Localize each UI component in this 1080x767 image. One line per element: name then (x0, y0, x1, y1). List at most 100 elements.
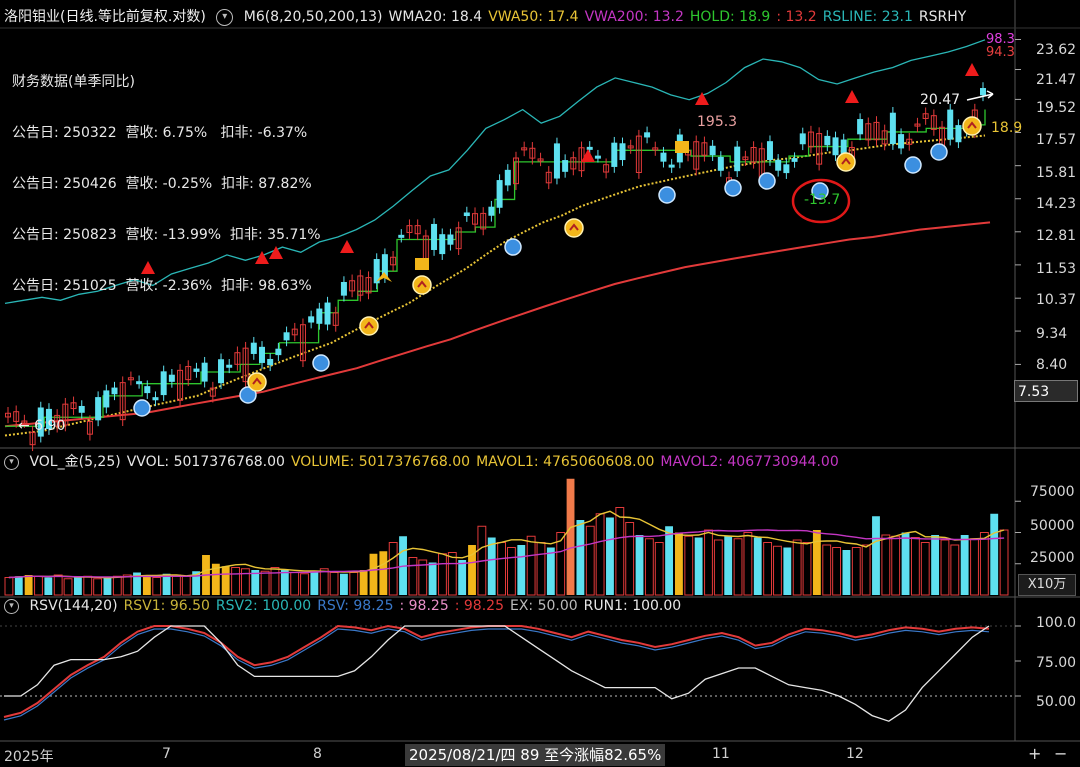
volume-bar (14, 576, 23, 595)
volume-bar (694, 537, 703, 595)
volume-bar (63, 578, 73, 596)
volume-bar (270, 567, 280, 596)
volume-bar (142, 576, 151, 595)
volume-bar (221, 566, 230, 595)
rsv-legend-item: EX: 50.00 (509, 598, 578, 614)
candle-body (447, 234, 454, 245)
volume-bar (428, 562, 437, 595)
date-tick: 11 (712, 746, 730, 762)
chevron-down-circle-icon[interactable]: ▾ (4, 454, 19, 470)
volume-legend-item: VOL_金(5,25) (29, 454, 121, 470)
volume-bar (240, 568, 250, 596)
candle-body (799, 133, 806, 145)
volume-bar (526, 535, 536, 596)
volume-bar (379, 551, 388, 595)
sell-signal-triangle (965, 63, 979, 76)
financial-data-block: 财务数据(单季同比) 公告日: 250322 营收: 6.75% 扣非: -6.… (12, 40, 321, 312)
indicator-legend-item: WMA20: 18.4 (388, 9, 483, 25)
indicator-legend-item: M6(8,20,50,200,13) (243, 9, 383, 25)
volume-bar (4, 577, 14, 596)
volume-bar (83, 575, 93, 596)
rsv-tick: 75.00 (1036, 655, 1077, 671)
candle-body (160, 371, 167, 396)
volume-bar (851, 547, 861, 596)
buy-signal-ball-icon (904, 156, 922, 174)
buy-signal-ball-icon (133, 399, 151, 417)
financial-row: 公告日: 250322 营收: 6.75% 扣非: -6.37% (12, 125, 308, 141)
candle-body (308, 316, 315, 323)
rsv-line-run1 (4, 625, 990, 722)
volume-bar (960, 535, 969, 595)
volume-bar (181, 575, 191, 596)
buy-signal-ball-icon (724, 179, 742, 197)
up-arrow-badge-icon (247, 372, 267, 392)
candle-body (611, 142, 618, 167)
candle-body (644, 132, 651, 138)
volume-bar (861, 544, 871, 596)
volume-bar (872, 516, 880, 595)
sell-signal-triangle (581, 149, 595, 162)
volume-bar (458, 560, 467, 595)
indicator-legend-item: RSLINE: 23.1 (822, 9, 913, 25)
volume-bar (566, 478, 575, 595)
candle-body (152, 397, 159, 401)
chart-window: { "header": { "title": "洛阳钼业(日线.等比前复权.对数… (0, 0, 1080, 767)
volume-bar (881, 534, 891, 596)
candle-body (488, 206, 495, 216)
candle-body (111, 387, 118, 395)
up-arrow-badge-icon (962, 116, 982, 136)
volume-bar (290, 572, 300, 596)
volume-bar (891, 535, 901, 596)
volume-bar (73, 577, 82, 595)
volume-bar (24, 575, 33, 595)
stock-title[interactable]: 洛阳钼业(日线.等比前复权.对数) (4, 9, 206, 25)
candle-body (734, 146, 741, 172)
buy-signal-ball-icon (658, 186, 676, 204)
rsv-legend-item: RSV2: 100.00 (215, 598, 312, 614)
volume-unit: X10万 (1018, 574, 1076, 596)
zoom-in-button[interactable]: + (1028, 744, 1041, 763)
rsv-legend-item: : 98.25 (454, 598, 504, 614)
candle-body (267, 358, 274, 366)
indicator-legend-item: VWA50: 17.4 (488, 9, 579, 25)
candle-body (95, 397, 102, 421)
price-tick: 12.81 (1036, 228, 1077, 244)
volume-bar (408, 557, 418, 596)
volume-bar (635, 535, 644, 595)
volume-bar (595, 513, 605, 596)
date-tick: 7 (162, 746, 171, 762)
volume-bar (704, 529, 713, 596)
volume-bar (438, 553, 447, 596)
volume-bar (931, 535, 940, 595)
volume-bar (675, 532, 683, 595)
price-tick: 21.47 (1036, 72, 1077, 88)
up-arrow-badge-icon (564, 218, 584, 238)
volume-bar (753, 537, 762, 595)
volume-bar (369, 553, 378, 595)
rsv-legend-item: RSV(144,20) (29, 598, 118, 614)
volume-bar (546, 547, 555, 595)
low-price-label: ← 6.90 (18, 418, 66, 434)
candle-body (553, 143, 560, 179)
candle-body (103, 390, 110, 408)
chevron-down-circle-icon[interactable]: ▾ (4, 598, 19, 614)
volume-bar (979, 532, 989, 596)
rsv-tick: 50.00 (1036, 694, 1077, 710)
rsv-legend-item: RSV: 98.25 (317, 598, 394, 614)
indicator-legend-item: HOLD: 18.9 (689, 9, 771, 25)
candle-body (955, 125, 962, 143)
volume-bar (231, 567, 240, 596)
volume-legend-item: VVOL: 5017376768.00 (126, 454, 285, 470)
candle-body (168, 374, 175, 382)
buy-signal-ball-icon (930, 143, 948, 161)
chevron-down-circle-icon[interactable]: ▾ (216, 8, 234, 26)
indicator-legend-item: VWA200: 13.2 (584, 9, 684, 25)
candle-body (594, 155, 601, 159)
volume-bar (310, 571, 319, 595)
candle-body (898, 134, 905, 149)
candle-body (250, 342, 257, 354)
price-tick: 15.81 (1036, 165, 1077, 181)
volume-bar (990, 513, 999, 595)
price-tick: 8.40 (1036, 357, 1068, 373)
zoom-out-button[interactable]: − (1054, 744, 1067, 763)
